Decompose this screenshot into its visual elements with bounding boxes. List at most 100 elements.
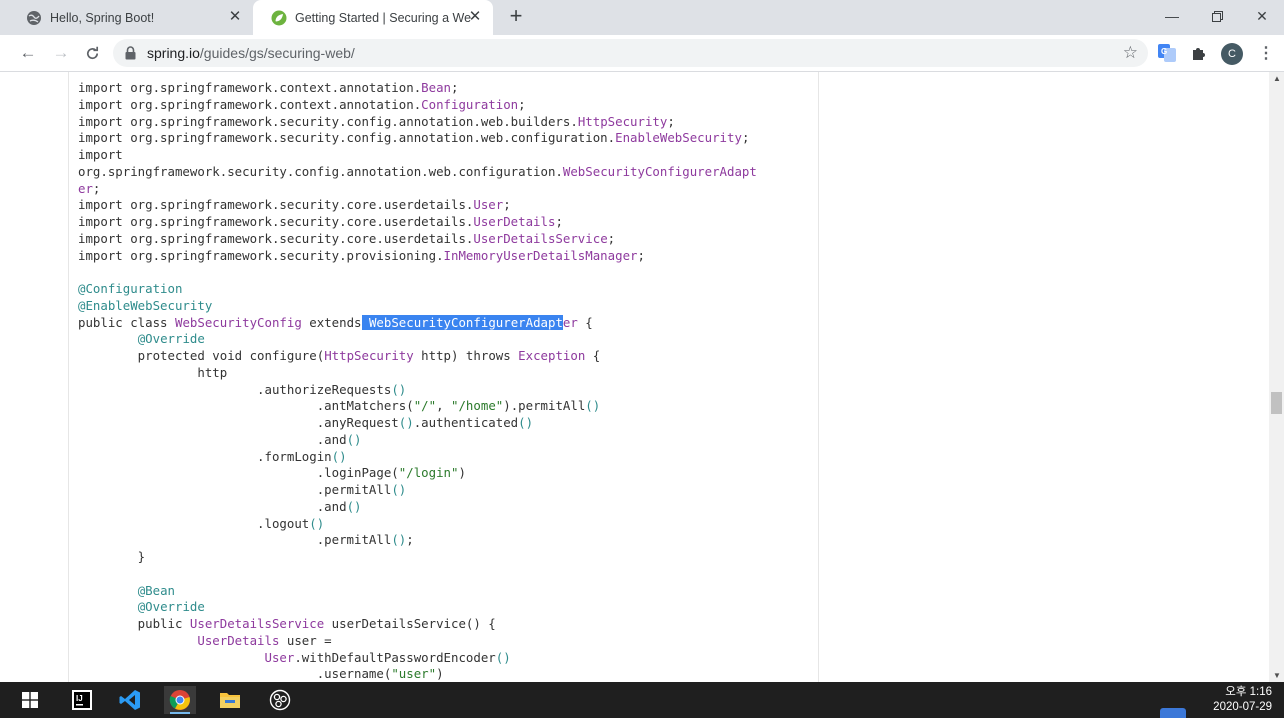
code-line: .antMatchers("/", "/home").permitAll() xyxy=(78,398,757,415)
code-token: protected void configure( xyxy=(78,348,325,363)
code-line: .and() xyxy=(78,432,757,449)
intellij-idea-icon[interactable]: IJ xyxy=(66,686,98,714)
close-icon[interactable]: ✕ xyxy=(227,9,243,25)
scrollbar-thumb[interactable] xyxy=(1271,392,1282,414)
file-explorer-icon[interactable] xyxy=(214,686,246,714)
code-line: .username("user") xyxy=(78,666,757,682)
scroll-down-arrow-icon[interactable]: ▼ xyxy=(1273,671,1281,680)
notification-icon[interactable] xyxy=(1160,708,1186,718)
code-line: import org.springframework.security.core… xyxy=(78,214,757,231)
vscode-icon[interactable] xyxy=(114,686,146,714)
code-token: @EnableWebSecurity xyxy=(78,297,213,313)
code-token: org.springframework.security.config.anno… xyxy=(78,163,563,179)
code-line: import xyxy=(78,147,757,164)
code-token: import org.springframework.context.annot… xyxy=(78,80,422,95)
code-line: @Configuration xyxy=(78,281,757,298)
code-token: @Configuration xyxy=(78,281,183,296)
code-line: protected void configure(HttpSecurity ht… xyxy=(78,348,757,365)
clock-time: 오후 1:16 xyxy=(1225,686,1272,698)
code-line: .permitAll(); xyxy=(78,532,757,549)
code-line: import org.springframework.security.conf… xyxy=(78,130,757,147)
code-token: ; xyxy=(607,230,616,246)
code-token: ; xyxy=(406,532,414,548)
code-token: .anyRequest xyxy=(78,415,399,430)
code-line: UserDetails user = xyxy=(78,633,757,650)
code-token: .antMatchers( xyxy=(78,398,414,414)
back-arrow-icon[interactable]: ← xyxy=(16,41,40,65)
url-host: spring.io xyxy=(147,45,200,61)
obs-studio-icon[interactable] xyxy=(264,686,296,714)
code-token: import org.springframework.security.core… xyxy=(78,197,474,213)
column-divider xyxy=(818,72,819,682)
profile-avatar[interactable]: C xyxy=(1221,43,1243,65)
code-line: import org.springframework.context.annot… xyxy=(78,97,757,114)
reload-icon[interactable] xyxy=(80,41,104,65)
code-token: () xyxy=(331,448,347,464)
code-line: .permitAll() xyxy=(78,482,757,499)
address-bar[interactable]: spring.io/guides/gs/securing-web/ ☆ xyxy=(113,39,1148,67)
restore-icon[interactable] xyxy=(1195,0,1239,32)
system-clock[interactable]: 오후 1:16 2020-07-29 xyxy=(1213,685,1272,715)
code-token: WebSecurityConfigurerAdapt xyxy=(562,163,757,179)
code-token: HttpSecurity xyxy=(577,113,668,129)
code-line: User.withDefaultPasswordEncoder() xyxy=(78,650,757,667)
tab-hello-spring-boot[interactable]: Hello, Spring Boot! ✕ xyxy=(8,0,253,35)
code-token: import org.springframework.context.annot… xyxy=(78,96,422,112)
extensions-puzzle-icon[interactable] xyxy=(1190,44,1208,62)
page-content: import org.springframework.context.annot… xyxy=(0,72,1284,682)
tab-getting-started[interactable]: Getting Started | Securing a We ✕ xyxy=(253,0,493,35)
code-token: , xyxy=(436,398,452,414)
code-token: .withDefaultPasswordEncoder xyxy=(294,649,496,665)
code-token: "/" xyxy=(413,398,437,414)
selected-text: WebSecurityConfigurerAdapt xyxy=(361,314,563,330)
code-token: .username( xyxy=(78,666,392,682)
code-token: () xyxy=(585,398,601,414)
url-text: spring.io/guides/gs/securing-web/ xyxy=(147,45,355,61)
new-tab-button[interactable]: + xyxy=(505,5,527,28)
code-token: Bean xyxy=(421,80,451,95)
code-token: "/home" xyxy=(451,398,504,414)
code-token: import org.springframework.security.core… xyxy=(78,214,474,229)
close-icon[interactable]: ✕ xyxy=(467,9,483,25)
code-token: User xyxy=(264,649,295,665)
tab-strip: Hello, Spring Boot! ✕ Getting Started | … xyxy=(0,0,1284,35)
code-token: "/login" xyxy=(398,465,459,481)
code-line: import org.springframework.context.annot… xyxy=(78,80,757,97)
code-token: extends xyxy=(301,314,362,330)
column-divider xyxy=(68,72,69,682)
vertical-scrollbar[interactable]: ▲ ▼ xyxy=(1269,72,1284,682)
code-token: @Override xyxy=(137,331,205,347)
clock-date: 2020-07-29 xyxy=(1213,701,1272,713)
more-menu-icon[interactable]: ⋮ xyxy=(1258,43,1274,63)
code-token: er xyxy=(562,314,578,330)
windows-start-icon[interactable] xyxy=(14,686,46,714)
code-token: ; xyxy=(503,197,511,213)
code-line: @Override xyxy=(78,331,757,348)
code-token: .and xyxy=(78,431,347,447)
url-path: /guides/gs/securing-web/ xyxy=(199,45,355,61)
code-line: @Bean xyxy=(78,583,757,600)
code-line: import org.springframework.security.core… xyxy=(78,231,757,248)
code-token: .and xyxy=(78,498,347,514)
code-line: .logout() xyxy=(78,516,757,533)
code-token: } xyxy=(78,549,146,564)
chrome-icon[interactable] xyxy=(164,686,196,714)
code-token: { xyxy=(585,348,601,363)
code-line: .authorizeRequests() xyxy=(78,382,757,399)
code-token: () xyxy=(518,415,534,430)
window-close-icon[interactable]: ✕ xyxy=(1240,0,1284,32)
bookmark-star-icon[interactable]: ☆ xyxy=(1123,43,1138,63)
code-token: ; xyxy=(637,247,645,263)
translate-extension-icon[interactable]: G xyxy=(1158,44,1176,62)
code-token: ; xyxy=(518,96,526,112)
code-token: () xyxy=(495,649,511,665)
code-line: import org.springframework.security.prov… xyxy=(78,248,757,265)
forward-arrow-icon[interactable]: → xyxy=(49,41,73,65)
minimize-icon[interactable]: — xyxy=(1150,0,1194,32)
scroll-up-arrow-icon[interactable]: ▲ xyxy=(1273,74,1281,83)
code-token: @Override xyxy=(137,599,205,615)
code-line: public class WebSecurityConfig extends W… xyxy=(78,314,757,332)
